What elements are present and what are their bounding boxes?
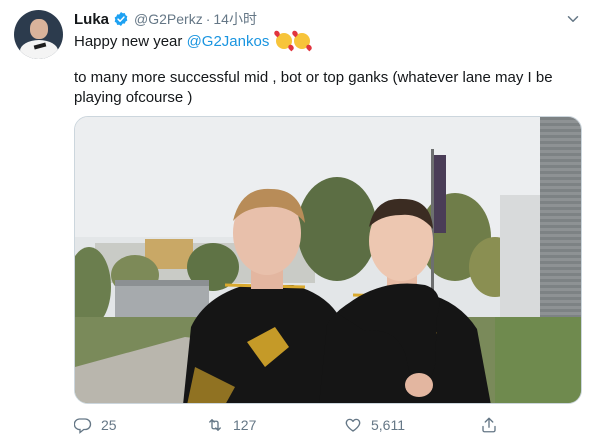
photo-illustration bbox=[75, 117, 581, 403]
retweet-icon bbox=[209, 419, 221, 431]
mention-link[interactable]: @G2Jankos bbox=[187, 33, 270, 50]
verified-badge-icon bbox=[114, 12, 128, 26]
tweet-header: Luka @G2Perkz · 14小时 bbox=[74, 10, 257, 28]
smiling-face-with-hearts-emoji-icon bbox=[293, 33, 310, 49]
like-count: 5,611 bbox=[371, 417, 405, 433]
like-button[interactable]: 5,611 bbox=[344, 416, 405, 434]
smiling-face-with-hearts-emoji-icon bbox=[275, 33, 292, 49]
tweet-photo[interactable] bbox=[74, 116, 582, 404]
retweet-button[interactable]: 127 bbox=[206, 416, 256, 434]
greeting-text: Happy new year bbox=[74, 33, 187, 50]
avatar-head bbox=[30, 19, 48, 39]
share-button[interactable] bbox=[480, 416, 507, 434]
reply-count: 25 bbox=[101, 417, 117, 433]
tweet-text-line1: Happy new year @G2Jankos bbox=[74, 32, 310, 52]
chevron-down-icon[interactable] bbox=[564, 10, 582, 28]
tweet-body: to many more successful mid , bot or top… bbox=[74, 69, 553, 106]
reply-button[interactable]: 25 bbox=[74, 416, 117, 434]
tweet-timestamp[interactable]: 14小时 bbox=[213, 9, 257, 29]
retweet-count: 127 bbox=[233, 417, 257, 433]
author-name[interactable]: Luka bbox=[74, 11, 109, 28]
author-handle[interactable]: @G2Perkz bbox=[134, 11, 203, 27]
header-separator: · bbox=[205, 11, 211, 27]
reply-icon bbox=[74, 418, 92, 434]
tweet-actions: 25 127 5,611 bbox=[74, 416, 514, 438]
heart-icon bbox=[345, 418, 361, 432]
author-avatar[interactable] bbox=[14, 10, 63, 59]
share-icon bbox=[482, 417, 496, 433]
avatar-shirt bbox=[20, 40, 58, 59]
